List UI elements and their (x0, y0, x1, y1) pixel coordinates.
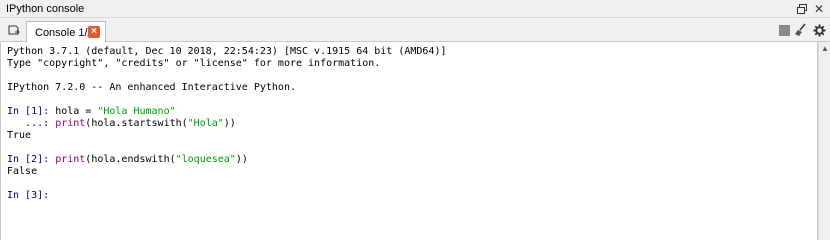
banner-line: Python 3.7.1 (default, Dec 10 2018, 22:5… (7, 46, 447, 57)
console-output[interactable]: Python 3.7.1 (default, Dec 10 2018, 22:5… (0, 42, 818, 240)
input-prompt: In [2]: (7, 154, 50, 165)
undock-icon[interactable] (794, 1, 810, 17)
code: )) (223, 118, 236, 129)
code: (hola.endswith( (85, 154, 176, 165)
stop-icon[interactable] (776, 22, 792, 38)
string-literal: "Hola Humano" (97, 106, 176, 117)
pane-titlebar: IPython console ✕ (0, 0, 830, 18)
gear-icon[interactable] (811, 22, 827, 38)
string-literal: "loquesea" (175, 154, 236, 165)
close-icon[interactable]: ✕ (811, 1, 827, 17)
browse-tabs-icon[interactable] (4, 20, 24, 40)
pane-title: IPython console (6, 3, 85, 15)
input-prompt: In [3]: (7, 190, 50, 201)
string-literal: "Hola" (187, 118, 224, 129)
code: hola = (55, 106, 98, 117)
input-line: In [1]: hola = "Hola Humano" (7, 106, 817, 118)
tab-console-1a[interactable]: Console 1/A × (26, 21, 106, 43)
output-line: True (7, 130, 32, 141)
console-tabbar: Console 1/A × (0, 18, 830, 43)
code: )) (235, 154, 248, 165)
banner-line: Type "copyright", "credits" or "license"… (7, 58, 381, 69)
banner-line: IPython 7.2.0 -- An enhanced Interactive… (7, 82, 296, 93)
vertical-scrollbar[interactable]: ▲ (818, 42, 830, 240)
continuation-prompt: ...: (7, 118, 50, 129)
scroll-up-icon[interactable]: ▲ (819, 42, 830, 54)
tab-label: Console 1/A (35, 26, 95, 39)
continuation-line: ...: print(hola.startswith("Hola")) (7, 118, 817, 130)
builtin-function: print (55, 154, 86, 165)
broom-icon[interactable] (793, 22, 809, 38)
output-line: False (7, 166, 38, 177)
input-line: In [2]: print(hola.endswith("loquesea")) (7, 154, 817, 166)
input-prompt: In [1]: (7, 106, 50, 117)
input-line[interactable]: In [3]: (7, 190, 817, 202)
builtin-function: print (55, 118, 86, 129)
code: (hola.startswith( (85, 118, 188, 129)
tab-close-icon[interactable]: × (88, 26, 100, 38)
